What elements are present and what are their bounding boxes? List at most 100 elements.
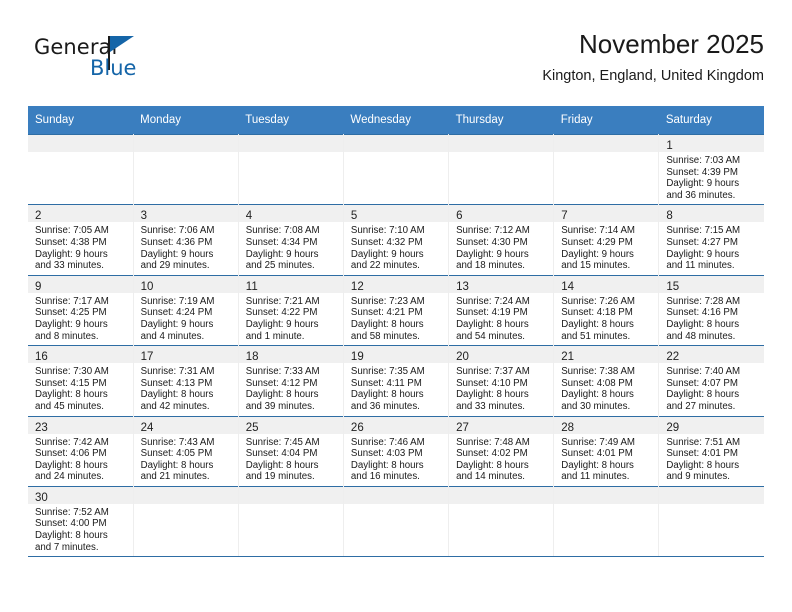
- day-detail-text: [554, 504, 658, 510]
- day-detail-line: Sunrise: 7:38 AM: [561, 366, 635, 378]
- day-detail-line: Daylight: 8 hours: [35, 459, 108, 471]
- day-detail-line: Daylight: 9 hours: [666, 178, 740, 190]
- day-detail-line: Sunset: 4:39 PM: [666, 166, 738, 178]
- day-detail-line: Sunrise: 7:42 AM: [35, 436, 109, 448]
- day-detail-line: Sunrise: 7:33 AM: [245, 366, 320, 378]
- day-number-strip: 6: [449, 205, 554, 223]
- day-detail-text: [344, 504, 448, 510]
- day-detail-text: Sunrise: 7:35 AM Sunset: 4:11 PM Daylight:…: [344, 363, 448, 415]
- day-number: 30: [35, 491, 48, 504]
- general-blue-logo[interactable]: General Blue: [34, 34, 214, 90]
- day-detail-line: Sunrise: 7:49 AM: [561, 436, 635, 448]
- calendar-day-cell[interactable]: 25 Sunrise: 7:45 AM Sunset: 4:04 PM Dayligh…: [238, 415, 344, 487]
- day-detail-line: Sunset: 4:27 PM: [666, 236, 738, 248]
- day-number: 28: [561, 421, 574, 434]
- calendar-day-cell[interactable]: 9 Sunrise: 7:17 AM Sunset: 4:25 PM Daylight…: [28, 274, 134, 346]
- page-title: November 2025: [579, 29, 764, 59]
- day-detail-text: Sunrise: 7:52 AM Sunset: 4:00 PM Daylight:…: [28, 504, 133, 556]
- day-number-strip: 1: [659, 135, 764, 152]
- day-detail-text: Sunrise: 7:06 AM Sunset: 4:36 PM Daylight:…: [134, 222, 238, 274]
- day-detail-line: and 21 minutes.: [140, 471, 210, 483]
- day-detail-text: [239, 152, 343, 158]
- day-detail-text: [344, 152, 448, 158]
- day-detail-line: and 36 minutes.: [666, 189, 736, 201]
- calendar-day-cell[interactable]: 22 Sunrise: 7:40 AM Sunset: 4:07 PM Dayligh…: [658, 345, 764, 416]
- calendar-grid-container: Sunday Monday Tuesday Wednesday Thursday Frid…: [28, 106, 764, 558]
- day-number: 20: [456, 351, 469, 364]
- day-number-strip: [659, 486, 764, 504]
- calendar-day-cell[interactable]: 20 Sunrise: 7:37 AM Sunset: 4:10 PM Dayligh…: [448, 345, 555, 416]
- day-detail-line: Sunrise: 7:21 AM: [245, 295, 320, 307]
- calendar-day-cell[interactable]: 10 Sunrise: 7:19 AM Sunset: 4:24 PM Dayligh…: [133, 274, 239, 346]
- calendar-day-cell[interactable]: 3 Sunrise: 7:06 AM Sunset: 4:36 PM Daylight…: [133, 204, 239, 276]
- calendar-day-cell[interactable]: 26 Sunrise: 7:46 AM Sunset: 4:03 PM Dayligh…: [343, 415, 450, 487]
- day-detail-text: Sunrise: 7:37 AM Sunset: 4:10 PM Daylight:…: [449, 363, 553, 415]
- day-detail-line: Sunset: 4:02 PM: [456, 448, 528, 460]
- calendar-day-cell[interactable]: 19 Sunrise: 7:35 AM Sunset: 4:11 PM Dayligh…: [343, 345, 450, 416]
- calendar-day-cell[interactable]: 17 Sunrise: 7:31 AM Sunset: 4:13 PM Dayligh…: [133, 345, 239, 416]
- calendar-day-cell[interactable]: 29 Sunrise: 7:51 AM Sunset: 4:01 PM Dayligh…: [658, 415, 764, 487]
- day-number: 18: [245, 351, 259, 364]
- calendar-day-cell[interactable]: 12 Sunrise: 7:23 AM Sunset: 4:21 PM Dayligh…: [343, 274, 450, 346]
- day-detail-line: and 19 minutes.: [245, 471, 315, 483]
- day-detail-line: Daylight: 9 hours: [456, 248, 529, 260]
- day-number: 1: [666, 140, 673, 152]
- calendar-day-cell[interactable]: 13 Sunrise: 7:24 AM Sunset: 4:19 PM Dayligh…: [448, 274, 555, 346]
- day-detail-line: Sunrise: 7:05 AM: [35, 225, 109, 237]
- day-number-strip: 22: [659, 346, 764, 364]
- calendar-day-cell[interactable]: 16 Sunrise: 7:30 AM Sunset: 4:15 PM Dayligh…: [28, 345, 134, 416]
- calendar-day-cell[interactable]: 28 Sunrise: 7:49 AM Sunset: 4:01 PM Dayligh…: [553, 415, 660, 487]
- day-detail-line: Daylight: 8 hours: [35, 530, 108, 542]
- calendar-day-cell[interactable]: 11 Sunrise: 7:21 AM Sunset: 4:22 PM Dayligh…: [238, 274, 344, 346]
- day-number: 8: [666, 210, 673, 223]
- calendar-day-cell[interactable]: 15 Sunrise: 7:28 AM Sunset: 4:16 PM Dayligh…: [658, 274, 764, 346]
- day-detail-line: Sunrise: 7:30 AM: [35, 366, 109, 378]
- day-detail-line: and 1 minute.: [245, 330, 305, 342]
- day-detail-line: Sunset: 4:36 PM: [140, 236, 213, 248]
- day-number-strip: 21: [554, 346, 659, 364]
- calendar-day-cell[interactable]: 14 Sunrise: 7:26 AM Sunset: 4:18 PM Dayligh…: [553, 274, 660, 346]
- calendar-day-cell[interactable]: 6 Sunrise: 7:12 AM Sunset: 4:30 PM Daylight…: [448, 204, 555, 276]
- day-detail-text: Sunrise: 7:30 AM Sunset: 4:15 PM Daylight:…: [28, 363, 133, 415]
- calendar-day-cell[interactable]: 8 Sunrise: 7:15 AM Sunset: 4:27 PM Daylight…: [658, 204, 764, 276]
- day-detail-line: Sunset: 4:15 PM: [35, 377, 107, 389]
- day-detail-line: Daylight: 8 hours: [140, 389, 214, 401]
- calendar-day-cell[interactable]: 7 Sunrise: 7:14 AM Sunset: 4:29 PM Daylight…: [553, 204, 660, 276]
- day-number-strip: 19: [343, 346, 449, 364]
- calendar-day-cell[interactable]: 24 Sunrise: 7:43 AM Sunset: 4:05 PM Dayligh…: [133, 415, 239, 487]
- day-detail-line: Sunrise: 7:24 AM: [456, 295, 530, 307]
- calendar-day-cell[interactable]: 18 Sunrise: 7:33 AM Sunset: 4:12 PM Dayligh…: [238, 345, 344, 416]
- day-number-strip: 24: [133, 416, 238, 434]
- day-detail-line: Daylight: 8 hours: [456, 318, 529, 330]
- day-detail-line: and 29 minutes.: [140, 260, 210, 272]
- day-detail-line: Sunset: 4:19 PM: [456, 307, 528, 319]
- calendar-day-cell[interactable]: 2 Sunrise: 7:05 AM Sunset: 4:38 PM Daylight…: [28, 204, 134, 276]
- calendar-day-cell[interactable]: 27 Sunrise: 7:48 AM Sunset: 4:02 PM Dayligh…: [448, 415, 555, 487]
- day-detail-line: and 14 minutes.: [456, 471, 525, 483]
- day-detail-text: Sunrise: 7:24 AM Sunset: 4:19 PM Daylight:…: [449, 293, 553, 345]
- day-number-strip: 8: [659, 205, 764, 223]
- calendar-day-cell[interactable]: 23 Sunrise: 7:42 AM Sunset: 4:06 PM Dayligh…: [28, 415, 134, 487]
- calendar-day-cell[interactable]: 5 Sunrise: 7:10 AM Sunset: 4:32 PM Daylight…: [343, 204, 450, 276]
- day-number-strip: 4: [238, 205, 343, 223]
- day-detail-text: Sunrise: 7:49 AM Sunset: 4:01 PM Daylight:…: [554, 434, 658, 486]
- day-detail-text: Sunrise: 7:12 AM Sunset: 4:30 PM Daylight:…: [449, 222, 553, 274]
- day-number-strip: 26: [343, 416, 449, 434]
- calendar-day-cell-empty: [343, 485, 450, 558]
- calendar-day-cell[interactable]: 1 Sunrise: 7:03 AM Sunset: 4:39 PM Daylight…: [658, 133, 764, 205]
- day-detail-text: Sunrise: 7:10 AM Sunset: 4:32 PM Daylight:…: [344, 222, 448, 274]
- day-number: 19: [350, 351, 364, 364]
- day-detail-line: and 45 minutes.: [35, 400, 104, 412]
- day-detail-line: Sunrise: 7:17 AM: [35, 295, 109, 307]
- calendar-day-cell[interactable]: 21 Sunrise: 7:38 AM Sunset: 4:08 PM Dayligh…: [553, 345, 660, 416]
- day-number-strip: [28, 135, 133, 152]
- day-detail-line: and 18 minutes.: [456, 260, 525, 272]
- calendar-day-cell[interactable]: 4 Sunrise: 7:08 AM Sunset: 4:34 PM Daylight…: [238, 204, 344, 276]
- day-number: 27: [456, 421, 469, 434]
- day-detail-line: and 15 minutes.: [561, 260, 631, 272]
- weekday-header-wednesday: Wednesday: [343, 106, 449, 135]
- day-detail-text: Sunrise: 7:48 AM Sunset: 4:02 PM Daylight:…: [449, 434, 553, 486]
- day-detail-text: [134, 504, 238, 510]
- calendar-day-cell[interactable]: 30 Sunrise: 7:52 AM Sunset: 4:00 PM Dayligh…: [28, 485, 134, 558]
- logo-triangle-icon: [110, 36, 134, 52]
